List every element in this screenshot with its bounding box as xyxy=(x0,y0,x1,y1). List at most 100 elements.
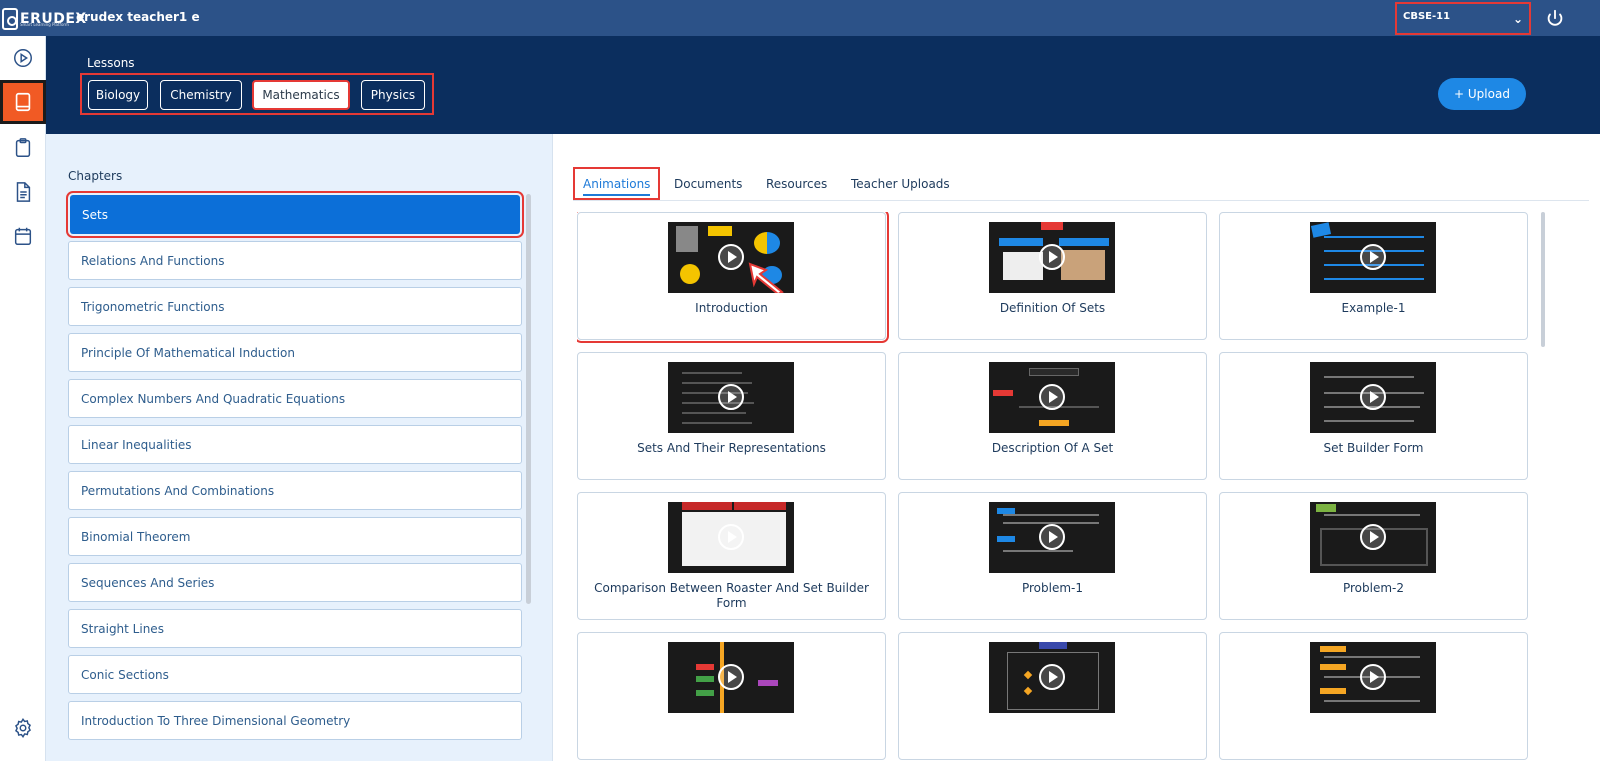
portrait-image xyxy=(676,226,698,252)
animation-card[interactable] xyxy=(898,632,1207,760)
label-strip xyxy=(758,680,778,686)
chapter-item[interactable]: Binomial Theorem xyxy=(68,517,522,556)
label-strip xyxy=(993,390,1013,396)
document-icon xyxy=(16,182,31,202)
animation-title: Definition Of Sets xyxy=(999,301,1106,315)
label-strip xyxy=(1029,368,1079,376)
label-strip xyxy=(1039,420,1069,426)
chapter-item[interactable]: Sets xyxy=(66,191,524,238)
chapter-item[interactable]: Introduction To Three Dimensional Geomet… xyxy=(68,701,522,740)
chapter-item[interactable]: Principle Of Mathematical Induction xyxy=(68,333,522,372)
students-image xyxy=(1061,250,1105,280)
play-icon xyxy=(1039,384,1065,410)
chapter-item[interactable]: Conic Sections xyxy=(68,655,522,694)
subject-physics[interactable]: Physics xyxy=(361,80,425,110)
play-circle-icon xyxy=(14,49,32,67)
play-icon xyxy=(718,384,744,410)
clipboard-icon xyxy=(15,138,31,157)
sidebar-item-animations[interactable] xyxy=(0,36,46,80)
sidebar-item-calendar[interactable] xyxy=(0,214,46,258)
subject-mathematics[interactable]: Mathematics xyxy=(252,80,350,110)
animation-title: Introduction xyxy=(695,301,768,315)
animation-card[interactable]: Definition Of Sets xyxy=(898,212,1207,340)
book-icon xyxy=(15,92,31,112)
animation-title: Example-1 xyxy=(1341,301,1406,315)
lessons-label: Lessons xyxy=(87,56,135,70)
play-icon xyxy=(1039,524,1065,550)
play-icon xyxy=(1039,244,1065,270)
animation-card[interactable] xyxy=(577,632,886,760)
animation-card[interactable]: Problem-1 xyxy=(898,492,1207,620)
chapter-item[interactable]: Sequences And Series xyxy=(68,563,522,602)
animation-title: Set Builder Form xyxy=(1323,441,1424,455)
sidebar xyxy=(0,36,46,761)
user-name: erudex teacher1 e xyxy=(76,10,200,24)
label-strip xyxy=(696,690,714,696)
chapters-panel: Chapters Sets Relations And Functions Tr… xyxy=(46,134,552,761)
video-thumbnail xyxy=(1310,642,1436,713)
chapter-item[interactable]: Relations And Functions xyxy=(68,241,522,280)
animation-card[interactable] xyxy=(1219,632,1528,760)
chapters-scrollbar[interactable] xyxy=(526,194,531,604)
top-bar: ERUDEX Smart Learning Platform erudex te… xyxy=(0,0,1600,36)
tab-teacher-uploads[interactable]: Teacher Uploads xyxy=(851,167,950,200)
chapter-item[interactable]: Straight Lines xyxy=(68,609,522,648)
animation-card[interactable]: Set Builder Form xyxy=(1219,352,1528,480)
subject-tabs: Biology Chemistry Mathematics Physics xyxy=(80,73,434,115)
video-thumbnail xyxy=(668,222,794,293)
tab-animations[interactable]: Animations xyxy=(573,167,661,200)
play-icon xyxy=(718,244,744,270)
header-strip xyxy=(734,502,786,510)
animation-card[interactable]: Sets And Their Representations xyxy=(577,352,886,480)
chapter-item[interactable]: Linear Inequalities xyxy=(68,425,522,464)
logo: ERUDEX xyxy=(2,5,87,33)
animation-title: Problem-1 xyxy=(1021,581,1084,595)
chevron-down-icon: ⌄ xyxy=(1512,12,1523,26)
keys-image xyxy=(1003,252,1043,280)
class-selector-value: CBSE-11 xyxy=(1403,11,1451,22)
animation-title: Sets And Their Representations xyxy=(637,441,826,455)
play-icon xyxy=(1360,244,1386,270)
settings-button[interactable] xyxy=(0,706,46,750)
grid-scrollbar[interactable] xyxy=(1541,212,1545,347)
video-thumbnail xyxy=(1310,222,1436,293)
animation-card[interactable]: Comparison Between Roaster And Set Build… xyxy=(577,492,886,620)
chapter-item[interactable]: Complex Numbers And Quadratic Equations xyxy=(68,379,522,418)
label-strip xyxy=(1320,664,1346,670)
animation-title: Comparison Between Roaster And Set Build… xyxy=(594,581,869,610)
calendar-icon xyxy=(14,227,32,245)
content-panel: Animations Documents Resources Teacher U… xyxy=(552,134,1600,761)
animation-card[interactable]: Example-1 xyxy=(1219,212,1528,340)
chapters-title: Chapters xyxy=(68,169,123,183)
content-tabs: Animations Documents Resources Teacher U… xyxy=(573,167,1589,201)
video-thumbnail xyxy=(989,502,1115,573)
sidebar-item-lessons[interactable] xyxy=(0,80,46,124)
sidebar-item-assignments[interactable] xyxy=(0,126,46,170)
power-icon[interactable] xyxy=(1544,8,1566,30)
sidebar-item-documents[interactable] xyxy=(0,170,46,214)
circle-image xyxy=(680,264,700,284)
chapter-item[interactable]: Trigonometric Functions xyxy=(68,287,522,326)
label-strip xyxy=(696,676,714,682)
lessons-header: Lessons Biology Chemistry Mathematics Ph… xyxy=(46,36,1600,134)
animation-card[interactable]: Description Of A Set xyxy=(898,352,1207,480)
label-strip xyxy=(696,664,714,670)
label-strip xyxy=(1320,688,1346,694)
chapter-item[interactable]: Permutations And Combinations xyxy=(68,471,522,510)
tab-documents[interactable]: Documents xyxy=(674,167,742,200)
video-thumbnail xyxy=(668,362,794,433)
video-thumbnail xyxy=(1310,362,1436,433)
subject-chemistry[interactable]: Chemistry xyxy=(160,80,242,110)
label-strip xyxy=(999,238,1043,246)
animation-title: Description Of A Set xyxy=(991,441,1114,455)
animation-card[interactable]: Introduction xyxy=(577,212,889,343)
label-strip xyxy=(997,536,1015,542)
tab-resources[interactable]: Resources xyxy=(766,167,827,200)
animations-grid: Introduction Definition Of Sets Example-… xyxy=(577,212,1541,761)
class-selector[interactable]: CBSE-11 ⌄ xyxy=(1395,2,1531,35)
animation-card[interactable]: Problem-2 xyxy=(1219,492,1528,620)
subject-biology[interactable]: Biology xyxy=(88,80,148,110)
video-thumbnail xyxy=(668,642,794,713)
upload-button[interactable]: + Upload xyxy=(1438,78,1526,110)
label-strip xyxy=(1320,646,1346,652)
